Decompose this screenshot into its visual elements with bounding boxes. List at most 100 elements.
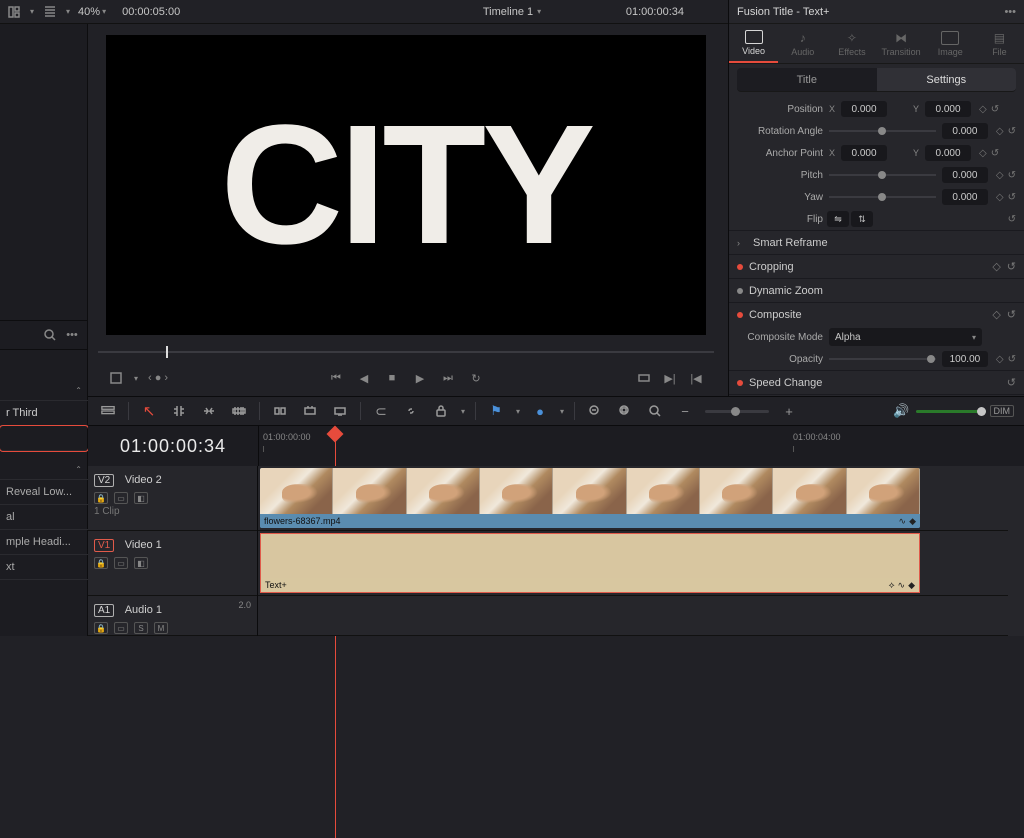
chevron-down-icon[interactable]: ▾ [560, 407, 564, 416]
title-item[interactable]: xt [0, 555, 88, 580]
section-dynamic-zoom[interactable]: Dynamic Zoom [729, 278, 1024, 302]
flip-h-button[interactable]: ⇋ [827, 211, 849, 227]
zoom-in-button[interactable]: + [779, 402, 799, 420]
marker-nav[interactable]: ‹ ● › [148, 372, 168, 384]
snap-icon[interactable]: ⊂ [371, 402, 391, 420]
track-lane-a1[interactable] [258, 596, 1008, 636]
link-icon[interactable] [401, 402, 421, 420]
reset-icon[interactable]: ↺ [1007, 260, 1016, 273]
zoom-selection-icon[interactable] [585, 402, 605, 420]
insert-icon[interactable] [270, 402, 290, 420]
title-item[interactable]: al [0, 505, 88, 530]
dim-button[interactable]: DIM [990, 405, 1015, 417]
first-frame-button[interactable]: ⏮ [328, 370, 344, 386]
section-stabilization[interactable]: Stabilization↺ [729, 394, 1024, 396]
keyframe-diamond-icon[interactable]: ◇ [996, 170, 1004, 181]
anchor-y-input[interactable]: 0.000 [925, 145, 971, 161]
section-speed-change[interactable]: Speed Change↺ [729, 370, 1024, 394]
selection-tool-icon[interactable]: ↖ [139, 402, 159, 420]
reset-icon[interactable]: ↺ [1008, 214, 1016, 225]
opacity-slider[interactable] [829, 358, 936, 360]
reset-icon[interactable]: ↺ [1008, 354, 1016, 365]
play-reverse-button[interactable]: ◀ [356, 370, 372, 386]
disable-track-icon[interactable]: ◧ [134, 557, 148, 569]
keyframe-diamond-icon[interactable]: ◆ [908, 580, 915, 591]
title-item-selected[interactable] [0, 426, 88, 451]
composite-mode-dropdown[interactable]: Alpha▾ [829, 328, 982, 346]
track-tag[interactable]: V1 [94, 539, 114, 552]
chevron-down-icon[interactable]: ▾ [30, 7, 34, 16]
title-item[interactable]: Reveal Low... [0, 480, 88, 505]
anchor-x-input[interactable]: 0.000 [841, 145, 887, 161]
speaker-icon[interactable]: 🔊 [892, 402, 912, 420]
section-cropping[interactable]: Cropping◇↺ [729, 254, 1024, 278]
keyframe-diamond-icon[interactable]: ◆ [909, 516, 916, 527]
solo-icon[interactable]: S [134, 622, 148, 634]
title-item[interactable]: r Third [0, 401, 88, 426]
retime-curve-icon[interactable]: ∿ [898, 580, 906, 591]
yaw-slider[interactable] [829, 196, 936, 198]
reset-icon[interactable]: ↺ [1007, 376, 1016, 389]
viewer-scrubber[interactable] [98, 346, 714, 358]
title-item[interactable]: mple Headi... [0, 530, 88, 555]
tab-effects[interactable]: ✧Effects [827, 24, 876, 63]
dynamic-trim-icon[interactable] [199, 402, 219, 420]
keyframe-diamond-icon[interactable]: ◇ [992, 260, 1000, 273]
viewer-out-timecode[interactable]: 01:00:00:34 [626, 6, 684, 18]
rotation-input[interactable]: 0.000 [942, 123, 988, 139]
subtab-settings[interactable]: Settings [877, 68, 1017, 91]
auto-select-icon[interactable]: ▭ [114, 557, 128, 569]
zoom-out-button[interactable]: − [675, 402, 695, 420]
video-clip[interactable]: flowers-68367.mp4 ∿◆ [260, 468, 920, 528]
viewer-in-timecode[interactable]: 00:00:05:00 [122, 6, 180, 18]
rotation-slider[interactable] [829, 130, 936, 132]
flip-v-button[interactable]: ⇅ [851, 211, 873, 227]
more-icon[interactable]: ••• [64, 327, 80, 343]
chevron-down-icon[interactable]: ▾ [516, 407, 520, 416]
tab-audio[interactable]: ♪Audio [778, 24, 827, 63]
keyframe-diamond-icon[interactable]: ◇ [979, 148, 987, 159]
last-frame-button[interactable]: ⏭ [440, 370, 456, 386]
search-icon[interactable] [42, 327, 58, 343]
section-smart-reframe[interactable]: ›Smart Reframe [729, 230, 1024, 254]
tab-video[interactable]: Video [729, 24, 778, 63]
trim-tool-icon[interactable] [169, 402, 189, 420]
opacity-input[interactable]: 100.00 [942, 351, 988, 367]
lock-track-icon[interactable]: 🔒 [94, 557, 108, 569]
category-header[interactable]: ⌃ [0, 459, 88, 480]
position-x-input[interactable]: 0.000 [841, 101, 887, 117]
retime-curve-icon[interactable]: ∿ [899, 516, 907, 527]
fusion-icon[interactable]: ⟡ [889, 580, 895, 591]
marker-icon[interactable]: ● [530, 402, 550, 420]
prev-clip-icon[interactable]: |◀ [688, 370, 704, 386]
position-y-input[interactable]: 0.000 [925, 101, 971, 117]
match-frame-icon[interactable] [636, 370, 652, 386]
reset-icon[interactable]: ↺ [1008, 192, 1016, 203]
next-clip-icon[interactable]: ▶| [662, 370, 678, 386]
reset-icon[interactable]: ↺ [1008, 126, 1016, 137]
yaw-input[interactable]: 0.000 [942, 189, 988, 205]
track-lane-v1[interactable]: Text+ ⟡∿◆ [258, 531, 1008, 596]
lock-track-icon[interactable]: 🔒 [94, 492, 108, 504]
pitch-input[interactable]: 0.000 [942, 167, 988, 183]
track-tag[interactable]: V2 [94, 474, 114, 487]
auto-select-icon[interactable]: ▭ [114, 492, 128, 504]
track-lane-v2[interactable]: flowers-68367.mp4 ∿◆ [258, 466, 1008, 531]
keyframe-diamond-icon[interactable]: ◇ [996, 354, 1004, 365]
stop-button[interactable]: ■ [384, 370, 400, 386]
reset-icon[interactable]: ↺ [991, 104, 999, 115]
play-button[interactable]: ▶ [412, 370, 428, 386]
view-mode-1-icon[interactable] [6, 4, 22, 20]
replace-icon[interactable] [330, 402, 350, 420]
loop-button[interactable]: ↻ [468, 370, 484, 386]
keyframe-diamond-icon[interactable]: ◇ [979, 104, 987, 115]
blade-tool-icon[interactable] [229, 402, 249, 420]
reset-icon[interactable]: ↺ [991, 148, 999, 159]
zoom-fit-icon[interactable] [645, 402, 665, 420]
zoom-level[interactable]: 40%▾ [78, 6, 106, 18]
track-tag[interactable]: A1 [94, 604, 114, 617]
timeline-name[interactable]: Timeline 1▾ [483, 6, 541, 18]
more-icon[interactable]: ••• [1004, 6, 1016, 18]
track-header-v1[interactable]: V1 Video 1 🔒▭◧ [88, 531, 257, 596]
lock-icon[interactable] [431, 402, 451, 420]
